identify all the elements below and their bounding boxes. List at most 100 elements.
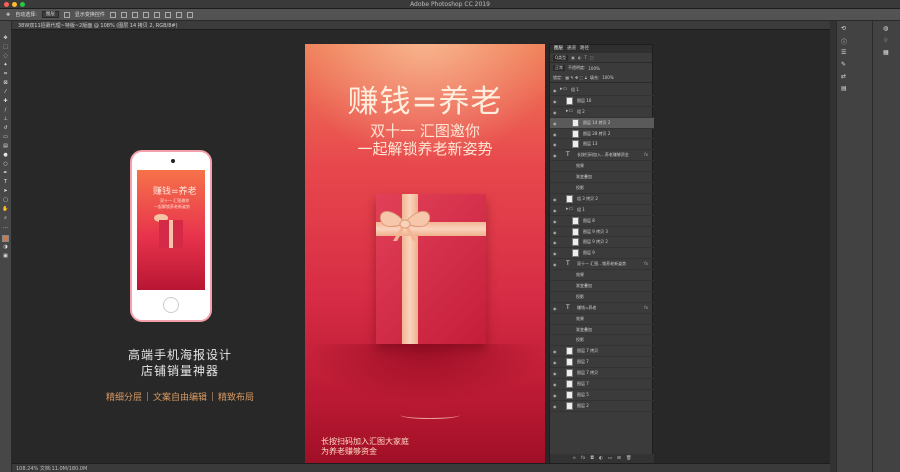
eyedropper-icon[interactable]: ⁄: [2, 88, 10, 96]
pen-icon[interactable]: ✒: [2, 169, 10, 177]
visibility-eye-icon[interactable]: ◉: [553, 382, 557, 387]
layer-row[interactable]: ◉ 图层 9: [550, 248, 654, 260]
layer-row[interactable]: ◉ 图层 7 拷贝: [550, 368, 654, 380]
auto-select-dropdown[interactable]: 图层: [41, 11, 59, 18]
align-bottom-icon[interactable]: [164, 11, 171, 18]
new-layer-icon[interactable]: ⊞: [617, 454, 621, 463]
layer-row[interactable]: ◉ T 长按扫码加入...养老赚够资金 fx: [550, 150, 654, 162]
layer-row[interactable]: ◉ 图层 7: [550, 379, 654, 390]
visibility-eye-icon[interactable]: ◉: [553, 132, 557, 137]
layer-row[interactable]: ◉ 组 3 拷贝 2: [550, 194, 654, 205]
visibility-eye-icon[interactable]: ◉: [553, 251, 557, 256]
layer-fx-icon[interactable]: fx: [644, 305, 648, 310]
tab-paths[interactable]: 路径: [580, 45, 589, 53]
layer-row[interactable]: ◉ 图层 2: [550, 401, 654, 412]
layer-row[interactable]: 渐变叠加: [550, 281, 654, 292]
more-icon[interactable]: …: [2, 223, 10, 231]
layer-row[interactable]: ◉ 图层 5: [550, 390, 654, 401]
layer-row[interactable]: ◉ ▸▭ 组 2: [550, 107, 654, 118]
3d-mode-icon[interactable]: [186, 11, 193, 18]
dodge-icon[interactable]: ○: [2, 160, 10, 168]
visibility-eye-icon[interactable]: ◉: [553, 349, 557, 354]
visibility-eye-icon[interactable]: ◉: [553, 404, 557, 409]
document-tab[interactable]: 38W双11招募代理~特版~2版面 @ 108% (图层 14 拷贝 2, RG…: [12, 21, 830, 30]
align-right-icon[interactable]: [131, 11, 138, 18]
filter-pixel-icon[interactable]: ▣: [571, 55, 575, 60]
move-tool-icon[interactable]: ✥: [6, 12, 10, 18]
link-icon[interactable]: ∞: [572, 454, 576, 463]
layer-row[interactable]: ◉ 图层 16: [550, 96, 654, 107]
visibility-eye-icon[interactable]: ◉: [553, 219, 557, 224]
libraries-icon[interactable]: ◍: [883, 25, 891, 33]
brush-settings-icon[interactable]: ✎: [841, 61, 849, 69]
layer-row[interactable]: ◉ 图层 7 拷贝: [550, 346, 654, 358]
align-left-icon[interactable]: [109, 11, 116, 18]
shape-icon[interactable]: ▢: [2, 196, 10, 204]
layer-row[interactable]: ◉ 图层 8: [550, 216, 654, 227]
frame-icon[interactable]: ⊠: [2, 79, 10, 87]
lock-icons[interactable]: ▦ ✎ ✥ ⬚ 🔒︎: [565, 75, 586, 80]
distribute-icon[interactable]: [175, 11, 182, 18]
layer-row[interactable]: ◉ 图层 9 拷贝 3: [550, 227, 654, 238]
poster-artboard[interactable]: 赚钱=养老 双十一 汇图邀你 一起解锁养老新姿势 长按扫码加入汇图大家庭 为养老…: [305, 44, 545, 464]
layer-row[interactable]: ◉ 图层 13: [550, 139, 654, 151]
crop-icon[interactable]: ⌗: [2, 70, 10, 78]
layer-row[interactable]: ◉ ▸▭ 组 1: [550, 85, 654, 96]
layer-row[interactable]: ◉ 图层 28 拷贝 2: [550, 129, 654, 140]
eraser-icon[interactable]: ▭: [2, 133, 10, 141]
visibility-eye-icon[interactable]: ◉: [553, 99, 557, 104]
type-icon[interactable]: T: [2, 178, 10, 186]
visibility-eye-icon[interactable]: ◉: [553, 393, 557, 398]
layer-row[interactable]: 效果: [550, 270, 654, 282]
adjust-icon[interactable]: ⇄: [841, 73, 849, 81]
align-middle-icon[interactable]: [153, 11, 160, 18]
layer-row[interactable]: ◉ 图层 7: [550, 357, 654, 369]
visibility-eye-icon[interactable]: ◉: [553, 153, 557, 158]
layer-row[interactable]: 效果: [550, 314, 654, 325]
blur-icon[interactable]: ●: [2, 151, 10, 159]
layer-fx-icon[interactable]: fx: [644, 261, 648, 266]
visibility-eye-icon[interactable]: ◉: [553, 371, 557, 376]
blend-mode-dropdown[interactable]: 正常: [553, 65, 565, 71]
marquee-icon[interactable]: ⬚: [2, 43, 10, 51]
history-brush-icon[interactable]: ↺: [2, 124, 10, 132]
filter-type-icon[interactable]: T: [584, 55, 586, 60]
move-icon[interactable]: ✥: [2, 34, 10, 42]
align-top-icon[interactable]: [142, 11, 149, 18]
tab-channels[interactable]: 通道: [567, 45, 576, 53]
visibility-eye-icon[interactable]: ◉: [553, 208, 557, 213]
layer-row[interactable]: 投影: [550, 183, 654, 194]
filter-adjust-icon[interactable]: ◐: [578, 55, 582, 60]
visibility-eye-icon[interactable]: ◉: [553, 306, 557, 311]
quick-mask-icon[interactable]: ◑: [2, 243, 10, 251]
zoom-icon[interactable]: ⌕: [2, 214, 10, 222]
heal-icon[interactable]: ✚: [2, 97, 10, 105]
layer-row[interactable]: ◉ ▸▭ 组 1: [550, 205, 654, 216]
show-transform-checkbox[interactable]: [63, 11, 70, 18]
folder-icon[interactable]: ▭: [608, 454, 612, 463]
layer-row[interactable]: 渐变叠加: [550, 325, 654, 336]
visibility-eye-icon[interactable]: ◉: [553, 110, 557, 115]
layer-row[interactable]: ◉ T 双十一 汇图...锁养老新姿势 fx: [550, 259, 654, 271]
lasso-icon[interactable]: ◌: [2, 52, 10, 60]
learn-icon[interactable]: ♢: [883, 37, 891, 45]
layer-row[interactable]: 投影: [550, 292, 654, 303]
properties-icon[interactable]: ☰: [841, 49, 849, 57]
visibility-eye-icon[interactable]: ◉: [553, 88, 557, 93]
visibility-eye-icon[interactable]: ◉: [553, 121, 557, 126]
path-select-icon[interactable]: ➤: [2, 187, 10, 195]
styles-icon[interactable]: ▤: [841, 85, 849, 93]
screen-mode-icon[interactable]: ▣: [2, 252, 10, 260]
hand-icon[interactable]: ✋: [2, 205, 10, 213]
layer-row[interactable]: 投影: [550, 335, 654, 347]
visibility-eye-icon[interactable]: ◉: [553, 230, 557, 235]
foreground-color-swatch[interactable]: [2, 235, 9, 242]
layer-row[interactable]: 渐变叠加: [550, 172, 654, 184]
magic-wand-icon[interactable]: ✦: [2, 61, 10, 69]
fill-value[interactable]: 100%: [602, 75, 613, 80]
gradient-icon[interactable]: ▤: [2, 142, 10, 150]
visibility-eye-icon[interactable]: ◉: [553, 360, 557, 365]
mask-icon[interactable]: ◘: [590, 454, 594, 463]
visibility-eye-icon[interactable]: ◉: [553, 240, 557, 245]
info-icon[interactable]: ⓘ: [841, 37, 849, 46]
